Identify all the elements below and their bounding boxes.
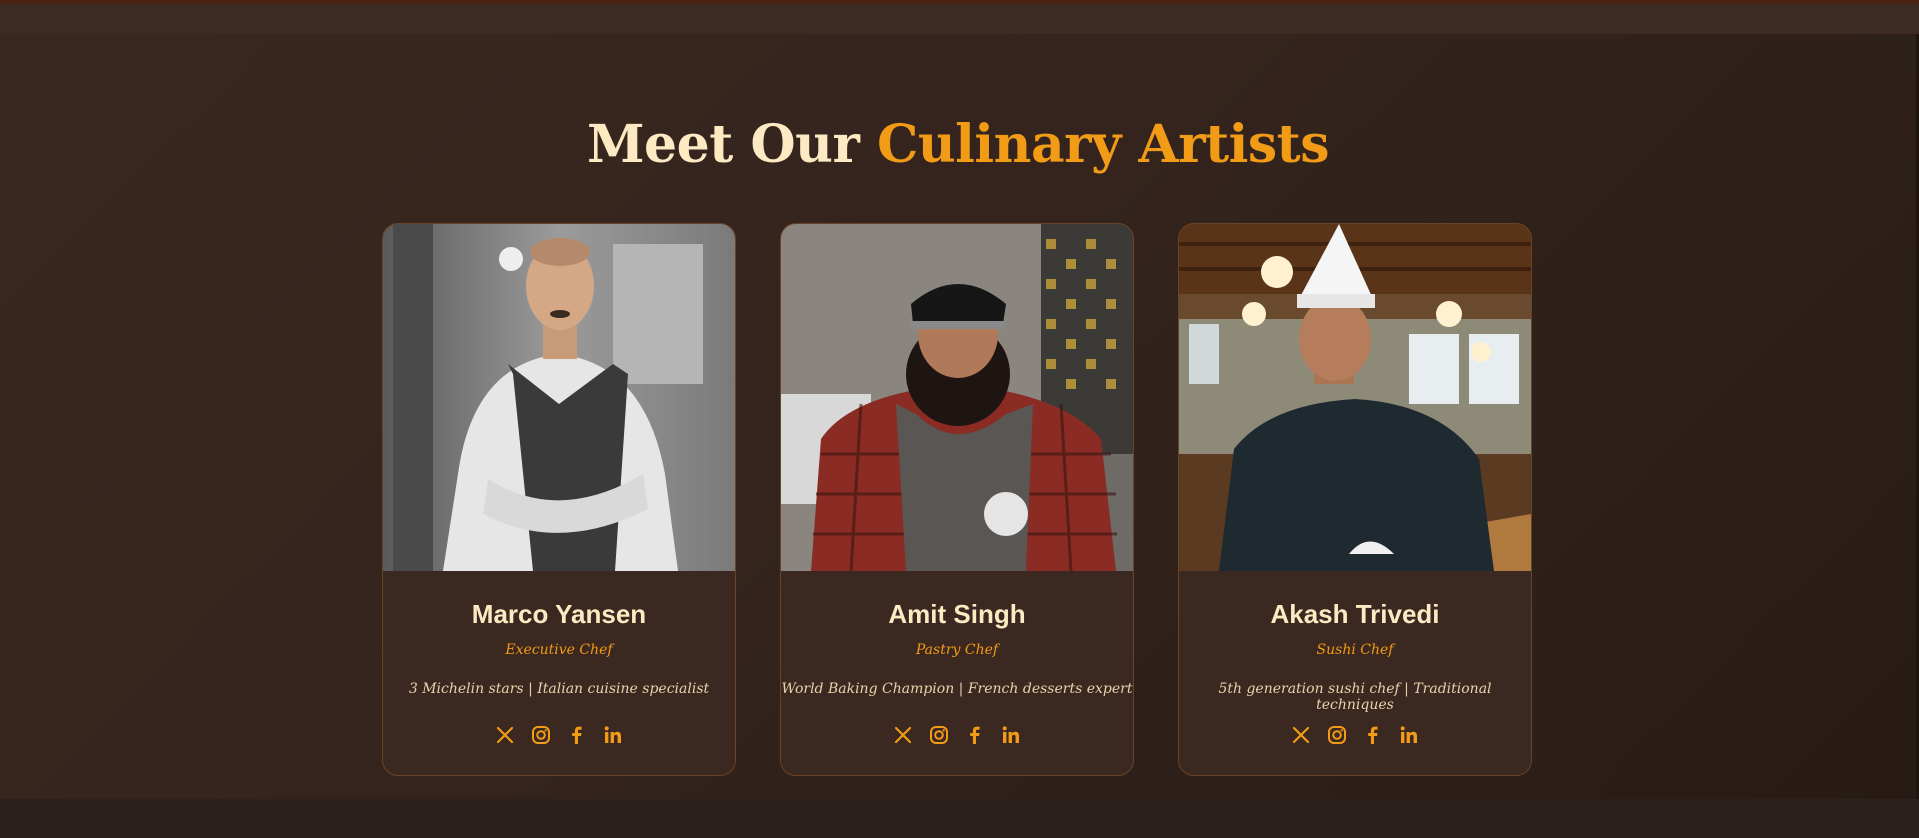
x-icon[interactable] (493, 723, 517, 747)
chef-bio: 5th generation sushi chef | Traditional … (1218, 681, 1492, 713)
chef-photo (383, 224, 735, 571)
social-links (1179, 723, 1531, 749)
linkedin-icon[interactable] (601, 723, 625, 747)
chef-card: Akash Trivedi Sushi Chef 5th generation … (1178, 223, 1532, 776)
instagram-icon[interactable] (927, 723, 951, 747)
linkedin-icon[interactable] (1397, 723, 1421, 747)
facebook-icon[interactable] (963, 723, 987, 747)
chef-bio: 3 Michelin stars | Italian cuisine speci… (408, 681, 710, 697)
chef-name: Amit Singh (888, 599, 1026, 629)
chef-photo (781, 224, 1133, 571)
chef-name: Akash Trivedi (1270, 599, 1440, 629)
chef-photo (1179, 224, 1531, 571)
x-icon[interactable] (1289, 723, 1313, 747)
x-icon[interactable] (891, 723, 915, 747)
chef-name: Marco Yansen (471, 599, 647, 629)
top-nav-bar (0, 0, 1919, 34)
chef-bio: World Baking Champion | French desserts … (781, 681, 1133, 697)
title-part-2: Culinary Artists (876, 114, 1330, 175)
linkedin-icon[interactable] (999, 723, 1023, 747)
facebook-icon[interactable] (1361, 723, 1385, 747)
chef-role: Pastry Chef (915, 642, 999, 658)
chef-card: Marco Yansen Executive Chef 3 Michelin s… (382, 223, 736, 776)
title-part-1: Meet Our (587, 114, 860, 175)
chef-role: Sushi Chef (1316, 642, 1394, 658)
chef-card: Amit Singh Pastry Chef World Baking Cham… (780, 223, 1134, 776)
chef-role: Executive Chef (505, 642, 613, 658)
facebook-icon[interactable] (565, 723, 589, 747)
footer-strip (0, 799, 1919, 838)
team-section: Meet Our Culinary Artists Marco Yansen E… (0, 34, 1916, 799)
instagram-icon[interactable] (1325, 723, 1349, 747)
section-title: Meet Our Culinary Artists (0, 114, 1916, 175)
instagram-icon[interactable] (529, 723, 553, 747)
social-links (781, 723, 1133, 749)
social-links (383, 723, 735, 749)
